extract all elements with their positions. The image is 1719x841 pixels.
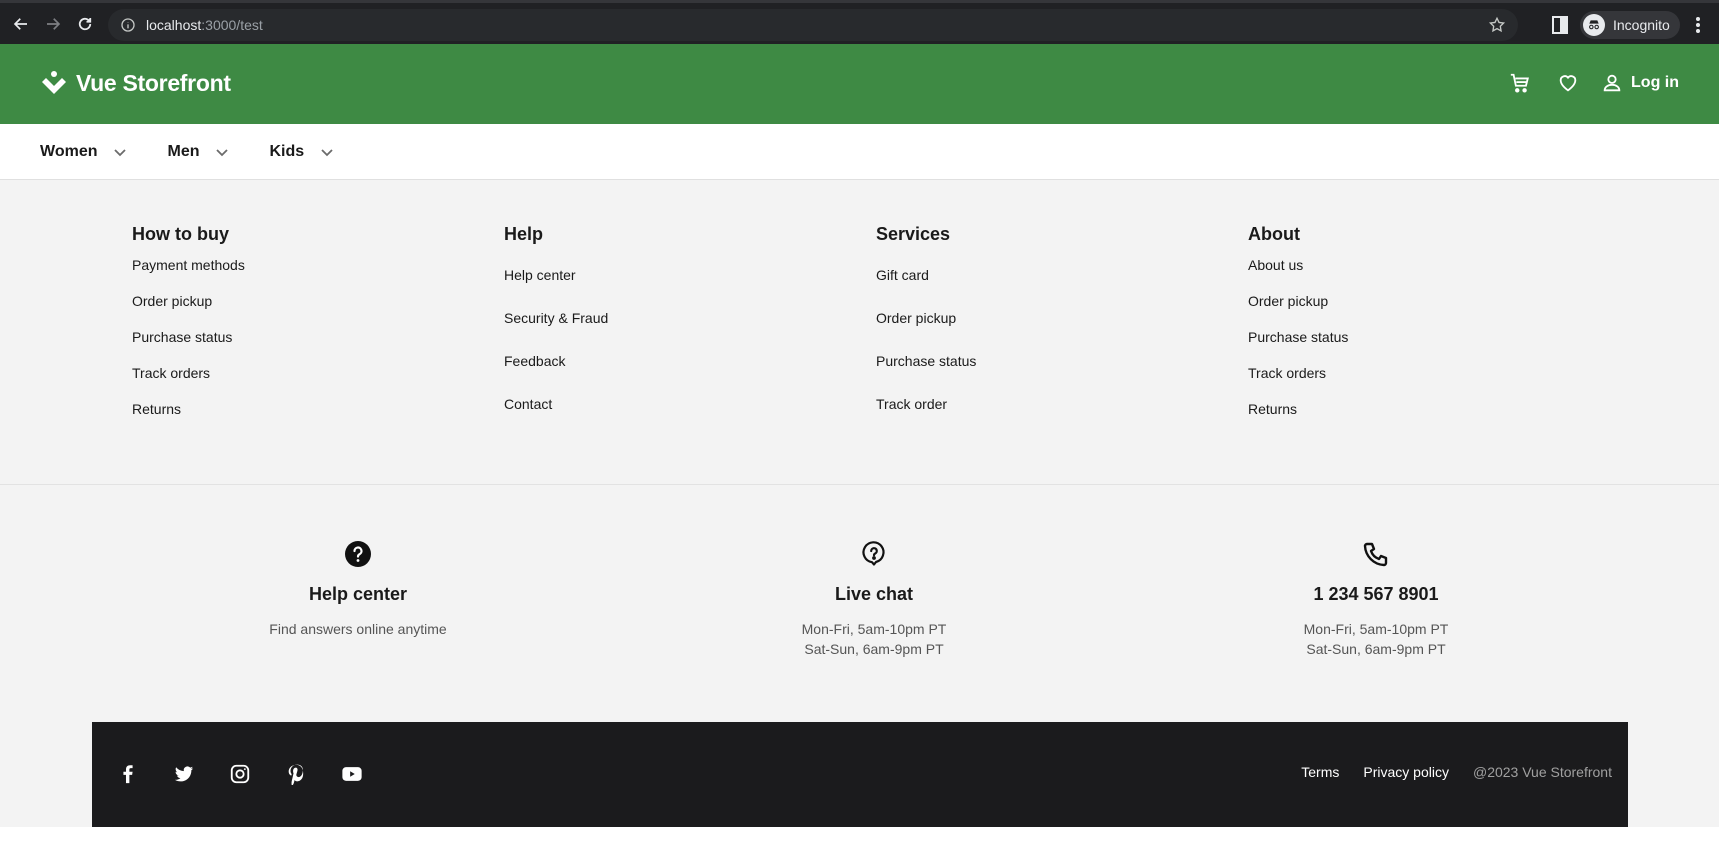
- footer-column-services: Services Gift card Order pickup Purchase…: [876, 224, 1248, 437]
- pinterest-icon: [288, 764, 304, 785]
- footer-link[interactable]: Purchase status: [876, 351, 1248, 394]
- twitter-link[interactable]: [172, 762, 196, 786]
- footer-link[interactable]: Track orders: [1248, 363, 1620, 399]
- instagram-icon: [230, 764, 250, 784]
- chevron-down-icon: [321, 148, 333, 156]
- browser-toolbar: localhost:3000/test Incognito: [0, 0, 1719, 44]
- contact-phone[interactable]: 1 234 567 8901 Mon-Fri, 5am-10pm PT Sat-…: [1226, 540, 1526, 659]
- help-circle-icon: [344, 540, 372, 568]
- contact-detail: Find answers online anytime: [269, 621, 447, 637]
- contact-detail: Mon-Fri, 5am-10pm PT: [801, 621, 947, 637]
- chevron-down-icon: [114, 148, 127, 156]
- phone-icon: [1362, 540, 1390, 568]
- wishlist-button[interactable]: [1555, 70, 1581, 96]
- back-button[interactable]: [5, 8, 37, 40]
- footer-link[interactable]: Payment methods: [132, 255, 504, 291]
- category-label: Men: [167, 142, 200, 160]
- contact-help-center[interactable]: Help center Find answers online anytime: [208, 540, 508, 639]
- footer-link[interactable]: Gift card: [876, 265, 1248, 308]
- social-links: [116, 762, 396, 786]
- footer-link[interactable]: Contact: [504, 394, 876, 437]
- facebook-link[interactable]: [116, 762, 140, 786]
- arrow-right-icon: [47, 18, 61, 30]
- instagram-link[interactable]: [228, 762, 252, 786]
- footer-link[interactable]: Order pickup: [876, 308, 1248, 351]
- column-title: About: [1248, 224, 1300, 244]
- browser-menu-button[interactable]: [1690, 15, 1706, 35]
- footer-link[interactable]: Order pickup: [132, 291, 504, 327]
- twitter-icon: [174, 766, 194, 782]
- incognito-icon: [1583, 14, 1605, 36]
- footer-column-help: Help Help center Security & Fraud Feedba…: [504, 224, 876, 437]
- footer-link[interactable]: Security & Fraud: [504, 308, 876, 351]
- url-host: localhost: [146, 17, 202, 33]
- arrow-left-icon: [13, 18, 27, 30]
- address-bar[interactable]: localhost:3000/test: [108, 9, 1518, 41]
- login-button[interactable]: Log in: [1601, 72, 1679, 94]
- footer: How to buy Payment methods Order pickup …: [0, 180, 1719, 827]
- category-women[interactable]: Women: [40, 143, 127, 161]
- category-label: Kids: [269, 142, 305, 160]
- info-icon[interactable]: [120, 17, 136, 33]
- contact-title: 1 234 567 8901: [1313, 584, 1439, 604]
- copyright: @2023 Vue Storefront: [1472, 764, 1612, 780]
- bookmark-star-icon[interactable]: [1488, 16, 1506, 34]
- footer-column-how-to-buy: How to buy Payment methods Order pickup …: [132, 224, 504, 437]
- terms-link[interactable]: Terms: [1301, 764, 1339, 780]
- category-nav: Women Men Kids: [0, 124, 1719, 180]
- heart-icon: [1559, 75, 1577, 92]
- incognito-label: Incognito: [1613, 17, 1670, 33]
- footer-link[interactable]: Purchase status: [1248, 327, 1620, 363]
- store-header: Vue Storefront Log in: [0, 44, 1719, 124]
- forward-button[interactable]: [37, 8, 69, 40]
- footer-bottom-bar: Terms Privacy policy @2023 Vue Storefron…: [92, 722, 1628, 827]
- footer-link[interactable]: About us: [1248, 255, 1620, 291]
- category-kids[interactable]: Kids: [269, 143, 334, 161]
- facebook-icon: [123, 765, 133, 784]
- contact-detail: Mon-Fri, 5am-10pm PT: [1303, 621, 1449, 637]
- footer-divider: [0, 484, 1719, 485]
- footer-link[interactable]: Returns: [1248, 399, 1620, 435]
- footer-link-columns: How to buy Payment methods Order pickup …: [132, 224, 1620, 437]
- footer-link[interactable]: Help center: [504, 265, 876, 308]
- footer-link[interactable]: Returns: [132, 399, 504, 435]
- vue-storefront-logo-icon: [42, 71, 66, 94]
- header-actions: Log in: [1485, 70, 1679, 96]
- brand-logo[interactable]: Vue Storefront: [40, 69, 231, 97]
- privacy-policy-link[interactable]: Privacy policy: [1363, 764, 1449, 780]
- contact-title: Live chat: [834, 584, 914, 604]
- footer-link[interactable]: Purchase status: [132, 327, 504, 363]
- contact-detail: Sat-Sun, 6am-9pm PT: [1306, 641, 1446, 657]
- live-chat-icon: [860, 540, 888, 568]
- contact-title: Help center: [308, 584, 408, 604]
- side-panel-icon[interactable]: [1552, 15, 1568, 35]
- youtube-link[interactable]: [340, 762, 364, 786]
- cart-icon: [1510, 73, 1529, 93]
- pinterest-link[interactable]: [284, 762, 308, 786]
- footer-link[interactable]: Track orders: [132, 363, 504, 399]
- incognito-badge[interactable]: Incognito: [1580, 11, 1680, 39]
- brand-name: Vue Storefront: [76, 69, 231, 96]
- cart-button[interactable]: [1507, 70, 1533, 96]
- reload-button[interactable]: [69, 8, 101, 40]
- category-men[interactable]: Men: [167, 143, 229, 161]
- contact-live-chat[interactable]: Live chat Mon-Fri, 5am-10pm PT Sat-Sun, …: [724, 540, 1024, 659]
- footer-link[interactable]: Track order: [876, 394, 1248, 437]
- login-label: Log in: [1631, 74, 1679, 91]
- footer-column-about: About About us Order pickup Purchase sta…: [1248, 224, 1620, 437]
- footer-link[interactable]: Order pickup: [1248, 291, 1620, 327]
- url-path: :3000/test: [201, 17, 263, 33]
- chevron-down-icon: [216, 148, 229, 156]
- column-title: Help: [504, 224, 544, 244]
- column-title: Services: [876, 224, 951, 244]
- legal-links: Terms Privacy policy @2023 Vue Storefron…: [1301, 764, 1612, 780]
- youtube-icon: [342, 767, 362, 781]
- category-label: Women: [40, 142, 98, 160]
- reload-icon: [78, 17, 92, 31]
- column-title: How to buy: [132, 224, 229, 244]
- user-icon: [1603, 74, 1621, 92]
- footer-link[interactable]: Feedback: [504, 351, 876, 394]
- contact-detail: Sat-Sun, 6am-9pm PT: [804, 641, 944, 657]
